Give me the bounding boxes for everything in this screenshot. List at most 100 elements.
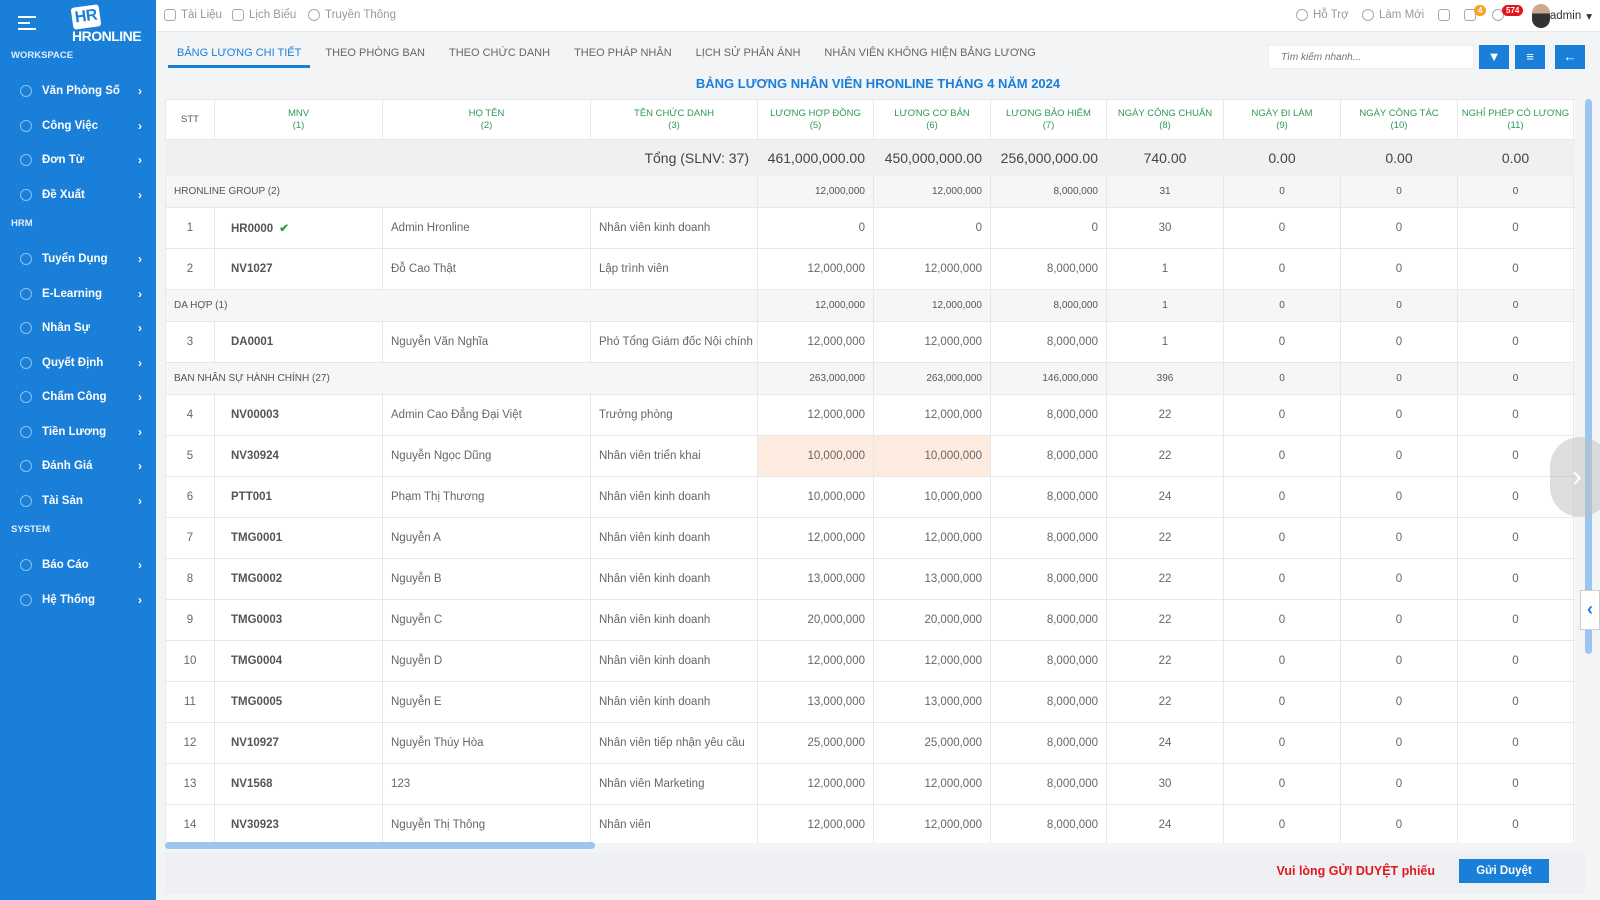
overflow-cell <box>1573 362 1575 395</box>
value-cell: 0 <box>1223 558 1341 600</box>
circle-icon <box>20 322 32 334</box>
chevron-right-icon: › <box>138 459 142 473</box>
column-header[interactable]: STT <box>165 99 215 140</box>
support-link[interactable]: Hỗ Trợ <box>1296 9 1349 21</box>
back-button[interactable]: ← <box>1555 45 1585 69</box>
column-header[interactable]: NGHỈ PHÉP CÓ LƯƠNG (11) <box>1457 99 1574 140</box>
search-input[interactable] <box>1268 45 1474 69</box>
logo[interactable]: HRHRONLINE <box>70 4 156 44</box>
group-row[interactable]: HRONLINE GROUP (2) 12,000,000 12,000,000 8,… <box>165 175 1575 208</box>
value-cell: 0 <box>1457 558 1574 600</box>
value-cell: 12,000,000 <box>873 289 991 322</box>
table-row[interactable]: 11 TMG0005 Nguyễn E Nhân viên kinh doanh 13,… <box>165 681 1575 723</box>
side-panel-toggle[interactable]: ‹ <box>1580 590 1600 630</box>
vertical-scrollbar[interactable] <box>1585 99 1592 654</box>
value-cell: 146,000,000 <box>990 362 1107 395</box>
sidebar-item[interactable]: Báo Cáo › <box>0 550 156 580</box>
column-header[interactable]: NGÀY ĐI LÀM (9) <box>1223 99 1341 140</box>
tab[interactable]: LỊCH SỬ PHẢN ÁNH <box>687 40 810 68</box>
tab[interactable]: BẢNG LƯƠNG CHI TIẾT <box>168 40 311 68</box>
sidebar-item[interactable]: Tài Sản › <box>0 486 156 516</box>
sidebar-item[interactable]: Quyết Định › <box>0 348 156 378</box>
table-row[interactable]: 14 NV30923 Nguyễn Thị Thông Nhân viên 12,000… <box>165 804 1575 843</box>
value-cell: 0 <box>1223 517 1341 559</box>
value-cell: 0 <box>1457 763 1574 805</box>
column-header[interactable]: NGÀY CÔNG CHUẨN (8) <box>1106 99 1224 140</box>
value-cell: 22 <box>1106 517 1224 559</box>
table-row[interactable]: 7 TMG0001 Nguyễn A Nhân viên kinh doanh 12,0… <box>165 517 1575 559</box>
column-header[interactable]: TÊN CHỨC DANH (3) <box>590 99 758 140</box>
column-number: (10) <box>1390 119 1408 131</box>
column-header[interactable]: LƯƠNG HỢP ĐỒNG (5) <box>757 99 874 140</box>
tab[interactable]: THEO CHỨC DANH <box>440 40 559 68</box>
name-cell: Nguyễn C <box>382 599 591 641</box>
sidebar-item[interactable]: Nhân Sự › <box>0 313 156 343</box>
stt-cell: 4 <box>165 394 215 436</box>
group-row[interactable]: BAN NHÂN SỰ HÀNH CHÍNH (27) 263,000,000 26… <box>165 362 1575 395</box>
name-cell: Phạm Thị Thương <box>382 476 591 518</box>
sidebar-item[interactable]: Đánh Giá › <box>0 451 156 481</box>
table-row[interactable]: 1 HR0000 ✔ Admin Hronline Nhân viên kinh doa… <box>165 207 1575 249</box>
salary-table: STT MNV (1) HỌ TÊN (2) TÊN CHỨC DANH (3) LƯƠNG … <box>165 99 1575 843</box>
tab[interactable]: THEO PHÁP NHÂN <box>565 40 681 68</box>
overflow-cell <box>1573 722 1575 764</box>
value-cell: 0 <box>1223 207 1341 249</box>
table-row[interactable]: 10 TMG0004 Nguyễn D Nhân viên kinh doanh 12,… <box>165 640 1575 682</box>
mnv-text: TMG0004 <box>231 655 283 667</box>
column-header[interactable]: LƯƠNG BẢO HIỂM (7) <box>990 99 1107 140</box>
value-cell: 13,000,000 <box>757 681 874 723</box>
approval-warning: Vui lòng GỬI DUYỆT phiếu <box>1276 864 1435 878</box>
mnv-cell: NV30924 <box>214 435 383 477</box>
table-row[interactable]: 5 NV30924 Nguyễn Ngọc Dũng Nhân viên triển … <box>165 435 1575 477</box>
sidebar-item[interactable]: Đề Xuất › <box>0 180 156 210</box>
value-cell: 8,000,000 <box>990 517 1107 559</box>
avatar[interactable] <box>1532 4 1550 28</box>
table-row[interactable]: 2 NV1027 Đỗ Cao Thật Lập trình viên 12,000,0… <box>165 248 1575 290</box>
overflow-cell <box>1573 599 1575 641</box>
sidebar-item[interactable]: Tiền Lương › <box>0 417 156 447</box>
sidebar-item[interactable]: Công Việc › <box>0 111 156 141</box>
table-row[interactable]: 6 PTT001 Phạm Thị Thương Nhân viên kinh doa… <box>165 476 1575 518</box>
table-row[interactable]: 13 NV1568 123 Nhân viên Marketing 12,000,000… <box>165 763 1575 805</box>
table-row[interactable]: 4 NV00003 Admin Cao Đẳng Đại Việt Trưởng ph… <box>165 394 1575 436</box>
sidebar-item[interactable]: E-Learning › <box>0 279 156 309</box>
tab[interactable]: THEO PHÒNG BAN <box>316 40 434 68</box>
column-header[interactable]: MNV (1) <box>214 99 383 140</box>
fullscreen-button[interactable] <box>1438 9 1450 21</box>
sidebar-item-label: Báo Cáo <box>42 559 89 571</box>
calendar-link[interactable]: Lịch Biểu <box>232 9 296 21</box>
value-cell: 22 <box>1106 599 1224 641</box>
name-cell: Nguyễn Ngọc Dũng <box>382 435 591 477</box>
stt-cell: 9 <box>165 599 215 641</box>
column-header[interactable]: NGÀY CÔNG TÁC (10) <box>1340 99 1458 140</box>
table-row[interactable]: 8 TMG0002 Nguyễn B Nhân viên kinh doanh 13,0… <box>165 558 1575 600</box>
column-header[interactable]: HỌ TÊN (2) <box>382 99 591 140</box>
filter-button[interactable]: ▼ <box>1479 45 1509 69</box>
sidebar-item[interactable]: Chấm Công › <box>0 382 156 412</box>
communication-link[interactable]: Truyền Thông <box>308 9 396 21</box>
column-number: (9) <box>1276 119 1288 131</box>
sidebar-item[interactable]: Tuyển Dụng › <box>0 244 156 274</box>
table-row[interactable]: 12 NV10927 Nguyễn Thúy Hòa Nhân viên tiếp n… <box>165 722 1575 764</box>
next-arrow-button[interactable]: › <box>1550 437 1600 517</box>
chevron-right-icon: › <box>138 355 142 370</box>
sidebar-item[interactable]: Hệ Thống › <box>0 585 156 615</box>
sidebar-item[interactable]: Đơn Từ › <box>0 145 156 175</box>
group-row[interactable]: DA HỢP (1) 12,000,000 12,000,000 8,000,000 1… <box>165 289 1575 322</box>
value-cell: 0 <box>1340 362 1458 395</box>
table-row[interactable]: 3 DA0001 Nguyễn Văn Nghĩa Phó Tổng Giám đốc… <box>165 321 1575 363</box>
documents-link[interactable]: Tài Liệu <box>164 9 222 21</box>
notifications-button[interactable]: 574 <box>1492 5 1524 21</box>
tab[interactable]: NHÂN VIÊN KHÔNG HIỆN BẢNG LƯƠNG <box>815 40 1044 68</box>
refresh-link[interactable]: Làm Mới <box>1362 9 1424 21</box>
settings-button[interactable]: ≡ <box>1515 45 1545 69</box>
overflow-cell <box>1573 175 1575 208</box>
column-header[interactable]: LƯƠNG CƠ BẢN (6) <box>873 99 991 140</box>
menu-icon[interactable] <box>18 12 36 34</box>
messages-button[interactable]: 4 <box>1464 5 1487 21</box>
submit-approval-button[interactable]: Gửi Duyệt <box>1459 859 1549 883</box>
stt-cell: 6 <box>165 476 215 518</box>
table-row[interactable]: 9 TMG0003 Nguyễn C Nhân viên kinh doanh 20,0… <box>165 599 1575 641</box>
horizontal-scrollbar[interactable] <box>165 842 595 849</box>
user-menu[interactable]: admin ▾ <box>1550 9 1592 23</box>
